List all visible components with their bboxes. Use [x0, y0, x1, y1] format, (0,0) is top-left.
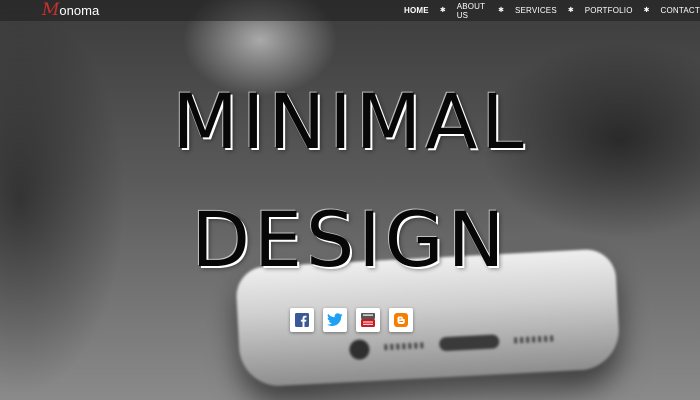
- site-logo[interactable]: Monoma: [42, 2, 99, 19]
- facebook-button[interactable]: [290, 308, 314, 332]
- nav-separator: ✱: [439, 7, 446, 14]
- nav-item-portfolio[interactable]: PORTFOLIO: [585, 6, 633, 15]
- nav-separator: ✱: [643, 7, 650, 14]
- logo-initial: M: [42, 0, 60, 20]
- logo-text: onoma: [59, 3, 100, 18]
- nav-separator: ✱: [498, 7, 504, 14]
- facebook-icon: [295, 313, 309, 327]
- navbar: Monoma HOME ✱ ABOUT US ✱ SERVICES ✱ PORT…: [0, 0, 700, 21]
- nav-separator: ✱: [567, 7, 574, 14]
- hero-background: Monoma HOME ✱ ABOUT US ✱ SERVICES ✱ PORT…: [0, 0, 700, 400]
- social-links: [290, 308, 413, 332]
- twitter-icon: [327, 313, 343, 326]
- twitter-button[interactable]: [323, 308, 347, 332]
- nav-item-home[interactable]: HOME: [404, 6, 429, 15]
- hero-title-line2: DESIGN: [191, 195, 509, 284]
- nav-item-contact[interactable]: CONTACT: [661, 6, 700, 15]
- nav-item-about-us[interactable]: ABOUT US: [457, 2, 487, 20]
- youtube-icon: [361, 313, 375, 327]
- hero-title-line1: MINIMAL: [172, 77, 528, 166]
- youtube-button[interactable]: [356, 308, 380, 332]
- nav-item-services[interactable]: SERVICES: [515, 6, 557, 15]
- main-menu: HOME ✱ ABOUT US ✱ SERVICES ✱ PORTFOLIO ✱…: [404, 0, 700, 21]
- blogger-icon: [394, 313, 408, 327]
- blogger-button[interactable]: [389, 308, 413, 332]
